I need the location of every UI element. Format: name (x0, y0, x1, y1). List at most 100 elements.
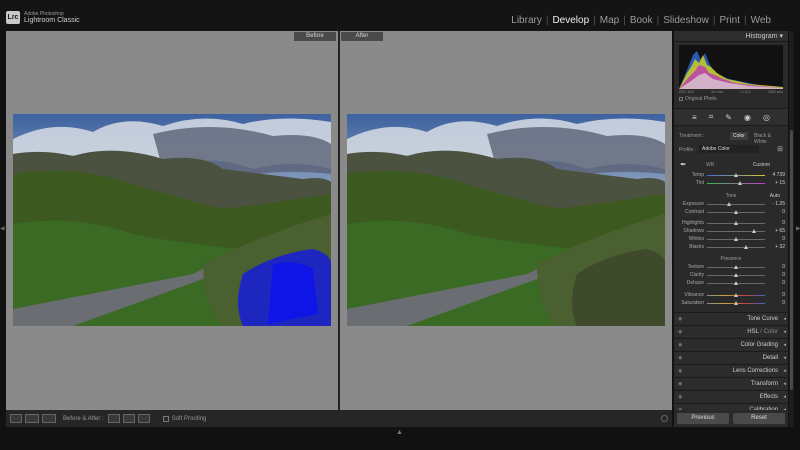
tone-curve-section[interactable]: ◉ Tone Curve ◂ (674, 312, 788, 324)
tone-auto-button[interactable]: Auto (770, 193, 780, 199)
whites-slider-knob[interactable] (734, 237, 738, 241)
toolbar-menu-icon[interactable] (661, 415, 668, 422)
app-name: Lightroom Classic (24, 17, 80, 24)
heal-icon[interactable]: ✎ (725, 113, 732, 122)
eye-icon[interactable]: ◉ (678, 313, 682, 325)
bottom-toolbar: Before & After : Soft Proofing (6, 410, 672, 427)
treatment-color-button[interactable]: Color (730, 132, 748, 140)
reset-button[interactable]: Reset (733, 413, 785, 424)
module-book[interactable]: Book (627, 15, 656, 26)
saturation-slider-row[interactable]: Saturation 0 (674, 300, 788, 308)
profile-browser-icon[interactable]: ⊞ (777, 145, 783, 153)
contrast-slider-row[interactable]: Contrast 0 (674, 209, 788, 217)
wb-eyedropper-icon[interactable]: ✒ (680, 160, 687, 169)
crop-icon[interactable]: ⌗ (709, 112, 714, 122)
shadows-slider-row[interactable]: Shadows + 65 (674, 228, 788, 236)
clarity-slider-knob[interactable] (734, 273, 738, 277)
mask-icon[interactable]: ◎ (763, 113, 770, 122)
left-panel-toggle-icon[interactable]: ◀ (0, 225, 5, 233)
saturation-slider-knob[interactable] (734, 301, 738, 305)
original-photo-checkbox[interactable] (679, 97, 683, 101)
exposure-slider-knob[interactable] (727, 202, 731, 206)
blacks-slider-knob[interactable] (744, 245, 748, 249)
highlights-slider-knob[interactable] (734, 221, 738, 225)
eye-icon[interactable]: ◉ (678, 326, 682, 338)
before-photo-image (13, 114, 331, 326)
expand-triangle-icon: ◂ (783, 316, 786, 322)
histogram (679, 45, 783, 89)
exposure-slider-row[interactable]: Exposure - 1.25 (674, 201, 788, 209)
whites-slider-row[interactable]: Whites 0 (674, 236, 788, 244)
histogram-info: ISO 100 40 mm f / 8.0 1/60 sec (679, 89, 783, 94)
right-panel-toggle-icon[interactable]: ▶ (796, 225, 800, 233)
lens-corrections-section[interactable]: ◉ Lens Corrections ◂ (674, 364, 788, 376)
dehaze-slider-row[interactable]: Dehaze 0 (674, 280, 788, 288)
wb-label: WB : (706, 162, 717, 168)
expand-triangle-icon: ◂ (783, 381, 786, 387)
transform-section[interactable]: ◉ Transform ◂ (674, 377, 788, 389)
highlights-slider-row[interactable]: Highlights 0 (674, 220, 788, 228)
eye-icon[interactable]: ◉ (678, 339, 682, 351)
clarity-slider-row[interactable]: Clarity 0 (674, 272, 788, 280)
effects-section[interactable]: ◉ Effects ◂ (674, 390, 788, 402)
expand-triangle-icon: ◂ (783, 342, 786, 348)
module-library[interactable]: Library (508, 15, 545, 26)
redeye-icon[interactable]: ◉ (744, 113, 751, 122)
copy-before-to-after-button[interactable] (107, 414, 120, 423)
soft-proofing-checkbox[interactable] (162, 415, 169, 422)
contrast-slider-knob[interactable] (734, 210, 738, 214)
before-after-view-button[interactable] (42, 414, 56, 423)
swap-before-after-button[interactable] (137, 414, 150, 423)
histogram-header[interactable]: Histogram ▾ (674, 31, 788, 42)
top-bar: Lrc Adobe Photoshop Lightroom Classic Li… (0, 0, 800, 31)
tint-slider-row[interactable]: Tint + 15 (674, 180, 788, 188)
presence-title: Presence (720, 256, 742, 262)
temp-slider-knob[interactable] (734, 173, 738, 177)
expand-triangle-icon: ◂ (783, 329, 786, 335)
dehaze-slider-knob[interactable] (734, 281, 738, 285)
wb-select[interactable]: Custom (753, 162, 770, 168)
previous-reset-bar: Previous Reset (674, 410, 788, 427)
filmstrip-toggle-icon[interactable]: ▲ (396, 429, 403, 436)
loupe-view-button[interactable] (10, 414, 22, 423)
module-print[interactable]: Print (716, 15, 743, 26)
tint-slider-knob[interactable] (738, 181, 742, 185)
vibrance-slider-knob[interactable] (734, 293, 738, 297)
original-photo-toggle[interactable]: Original Photo (679, 96, 717, 102)
module-map[interactable]: Map (597, 15, 622, 26)
module-picker: Library | Develop | Map | Book | Slideshow | … (508, 15, 774, 26)
module-web[interactable]: Web (748, 15, 774, 26)
texture-slider-row[interactable]: Texture 0 (674, 264, 788, 272)
lightroom-logo-icon: Lrc (6, 11, 20, 24)
before-after-view: Before After (6, 31, 672, 410)
eye-icon[interactable]: ◉ (678, 352, 682, 364)
blacks-slider-row[interactable]: Blacks + 32 (674, 244, 788, 252)
vibrance-slider-row[interactable]: Vibrance 0 (674, 292, 788, 300)
filmstrip-bar: ▲ (0, 427, 800, 450)
module-slideshow[interactable]: Slideshow (660, 15, 712, 26)
histogram-graph (679, 51, 783, 89)
shadows-slider-knob[interactable] (752, 229, 756, 233)
eye-icon[interactable]: ◉ (678, 391, 682, 403)
copy-after-to-before-button[interactable] (122, 414, 135, 423)
temp-slider-row[interactable]: Temp 4 739 (674, 172, 788, 180)
profile-select[interactable]: Adobe Color (699, 145, 759, 153)
expand-triangle-icon: ◂ (783, 355, 786, 361)
grid-view-button[interactable] (25, 414, 39, 423)
eye-icon[interactable]: ◉ (678, 378, 682, 390)
texture-slider-knob[interactable] (734, 265, 738, 269)
hsl-section[interactable]: ◉ HSL / Color ◂ (674, 325, 788, 337)
after-photo[interactable] (347, 114, 665, 326)
expand-triangle-icon: ◂ (783, 368, 786, 374)
color-grading-section[interactable]: ◉ Color Grading ◂ (674, 338, 788, 350)
tool-strip: ≡ ⌗ ✎ ◉ ◎ (674, 108, 788, 126)
before-pane: Before (6, 31, 338, 410)
right-panel-scroll-thumb[interactable] (790, 130, 793, 390)
eye-icon[interactable]: ◉ (678, 365, 682, 377)
module-develop[interactable]: Develop (549, 15, 592, 26)
sliders-icon[interactable]: ≡ (692, 113, 697, 122)
before-photo[interactable] (13, 114, 331, 326)
detail-section[interactable]: ◉ Detail ◂ (674, 351, 788, 363)
previous-button[interactable]: Previous (677, 413, 729, 424)
treatment-bw-button[interactable]: Black & White (751, 132, 788, 146)
